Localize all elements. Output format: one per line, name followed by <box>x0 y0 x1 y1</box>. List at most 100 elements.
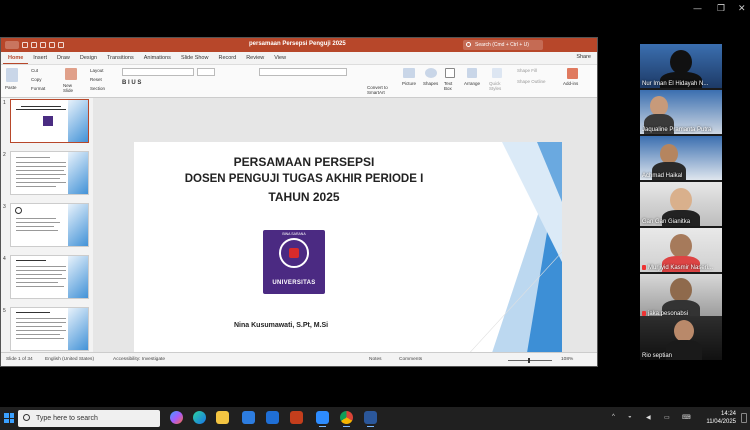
paragraph-controls[interactable] <box>259 68 347 76</box>
section-button[interactable]: Section <box>90 86 105 91</box>
thumbnail-slide-2[interactable] <box>10 151 89 195</box>
accessibility-status[interactable]: Accessibility: Investigate <box>113 357 165 362</box>
addins-button[interactable]: Add-ins <box>563 81 578 86</box>
comments-button[interactable]: Comments <box>399 357 422 362</box>
arrange-icon[interactable] <box>467 68 477 78</box>
shapes-button[interactable]: Shapes <box>423 81 438 86</box>
addins-icon[interactable] <box>567 68 578 79</box>
notification-icon[interactable] <box>741 413 747 423</box>
participant-tile[interactable]: jaka.pesonabsi <box>640 274 722 318</box>
ppt-search-box[interactable]: Search (Cmd + Ctrl + U) <box>463 40 543 50</box>
quick-styles-icon[interactable] <box>492 68 502 78</box>
shape-fill-button[interactable]: Shape Fill <box>517 68 537 73</box>
thumbnail-slide-1[interactable] <box>10 99 89 143</box>
thumbnail-slide-3[interactable] <box>10 203 89 247</box>
logo-mark <box>289 248 299 258</box>
outlook-icon[interactable] <box>266 411 279 424</box>
slide-canvas[interactable]: PERSAMAAN PERSEPSI DOSEN PENGUJI TUGAS A… <box>93 98 597 366</box>
thumb-decoration <box>68 256 88 298</box>
autosave-toggle[interactable] <box>5 41 19 49</box>
tab-view[interactable]: View <box>269 52 291 64</box>
copy-button[interactable]: Copy <box>31 77 42 82</box>
paste-button[interactable]: Paste <box>5 85 17 90</box>
tab-animations[interactable]: Animations <box>139 52 176 64</box>
thumb-line <box>16 230 58 231</box>
font-size-field[interactable] <box>197 68 215 76</box>
picture-button[interactable]: Picture <box>402 81 416 86</box>
powerpoint-window: persamaan Persepsi Penguji 2025 Search (… <box>0 37 598 367</box>
home-icon[interactable] <box>22 42 28 48</box>
speaker-icon[interactable]: ◀ <box>646 414 651 421</box>
participant-tile[interactable]: Murjiyid Kasmir Naseri... <box>640 228 722 272</box>
copilot-icon[interactable] <box>170 411 183 424</box>
thumb-line <box>16 186 56 187</box>
arrange-button[interactable]: Arrange <box>464 81 480 86</box>
tray-chevron-icon[interactable]: ^ <box>612 414 615 420</box>
chrome-icon[interactable] <box>340 411 353 427</box>
minimize-icon[interactable]: — <box>693 4 702 16</box>
format-buttons[interactable]: B I U S <box>122 80 141 86</box>
tab-design[interactable]: Design <box>75 52 102 64</box>
tab-review[interactable]: Review <box>241 52 269 64</box>
taskbar-search[interactable]: Type here to search <box>18 410 160 427</box>
taskbar-clock[interactable]: 14:24 11/04/2025 <box>706 410 736 426</box>
thumb-line <box>21 106 61 107</box>
participant-tile[interactable]: Jaqualine Pramanta Putra <box>640 90 722 134</box>
cut-button[interactable]: Cut <box>31 68 38 73</box>
textbox-icon[interactable] <box>445 68 455 78</box>
language-icon[interactable]: ⌨ <box>682 414 691 421</box>
windows-start-icon[interactable] <box>4 413 14 423</box>
redo-icon[interactable] <box>49 42 55 48</box>
layout-button[interactable]: Layout <box>90 68 104 73</box>
picture-icon[interactable] <box>403 68 415 78</box>
save-icon[interactable] <box>31 42 37 48</box>
participant-face <box>650 96 668 116</box>
powerpoint-icon[interactable] <box>290 411 303 424</box>
format-painter-button[interactable]: Format <box>31 86 45 91</box>
participant-tile[interactable]: Rio septian <box>640 316 722 360</box>
thumbnail-slide-4[interactable] <box>10 255 89 299</box>
file-explorer-icon[interactable] <box>216 411 229 424</box>
participant-tile[interactable]: Gan Gan Gianitka <box>640 182 722 226</box>
zoom-slider-knob[interactable] <box>528 358 530 363</box>
participant-tile[interactable]: Nur Iman El Hidayah N... <box>640 44 722 88</box>
convert-smartart-button[interactable]: Convert to SmartArt <box>367 85 395 95</box>
participant-face <box>674 320 694 342</box>
participant-tile[interactable]: Achmad Haikal <box>640 136 722 180</box>
reset-button[interactable]: Reset <box>90 77 102 82</box>
new-slide-button[interactable]: New Slide <box>63 83 81 93</box>
tab-home[interactable]: Home <box>3 52 29 64</box>
store-icon[interactable] <box>242 411 255 424</box>
battery-icon[interactable]: ▭ <box>664 414 670 421</box>
tab-slide-show[interactable]: Slide Show <box>176 52 214 64</box>
tab-transitions[interactable]: Transitions <box>102 52 139 64</box>
undo-icon[interactable] <box>40 42 46 48</box>
participant-name-row: Murjiyid Kasmir Naseri... <box>642 265 713 271</box>
tab-draw[interactable]: Draw <box>52 52 75 64</box>
tab-insert[interactable]: Insert <box>28 52 52 64</box>
shapes-icon[interactable] <box>425 68 437 78</box>
thumb-decoration <box>68 204 88 246</box>
zoom-slider[interactable] <box>508 360 552 361</box>
tab-record[interactable]: Record <box>213 52 241 64</box>
more-icon[interactable] <box>58 42 64 48</box>
shape-outline-button[interactable]: Shape Outline <box>517 79 546 84</box>
network-icon[interactable]: ◒ <box>628 414 632 420</box>
current-slide[interactable]: PERSAMAAN PERSEPSI DOSEN PENGUJI TUGAS A… <box>134 142 562 366</box>
word-icon[interactable] <box>364 411 377 427</box>
notes-button[interactable]: Notes <box>369 357 382 362</box>
restore-icon[interactable]: ❐ <box>717 4 725 16</box>
textbox-button[interactable]: Text Box <box>444 81 458 91</box>
language-status[interactable]: English (United States) <box>45 357 94 362</box>
close-icon[interactable]: ✕ <box>738 4 746 16</box>
quick-styles-button[interactable]: Quick Styles <box>489 81 507 91</box>
zoom-level[interactable]: 108% <box>561 357 573 362</box>
share-button[interactable]: Share <box>576 54 591 60</box>
thumbnail-slide-5[interactable] <box>10 307 89 351</box>
font-name-field[interactable] <box>122 68 194 76</box>
edge-icon[interactable] <box>193 411 206 424</box>
zoom-icon[interactable] <box>316 411 329 427</box>
slide-title-line1: PERSAMAAN PERSEPSI <box>233 155 375 169</box>
paste-icon[interactable] <box>6 68 18 82</box>
new-slide-icon[interactable] <box>65 68 77 80</box>
